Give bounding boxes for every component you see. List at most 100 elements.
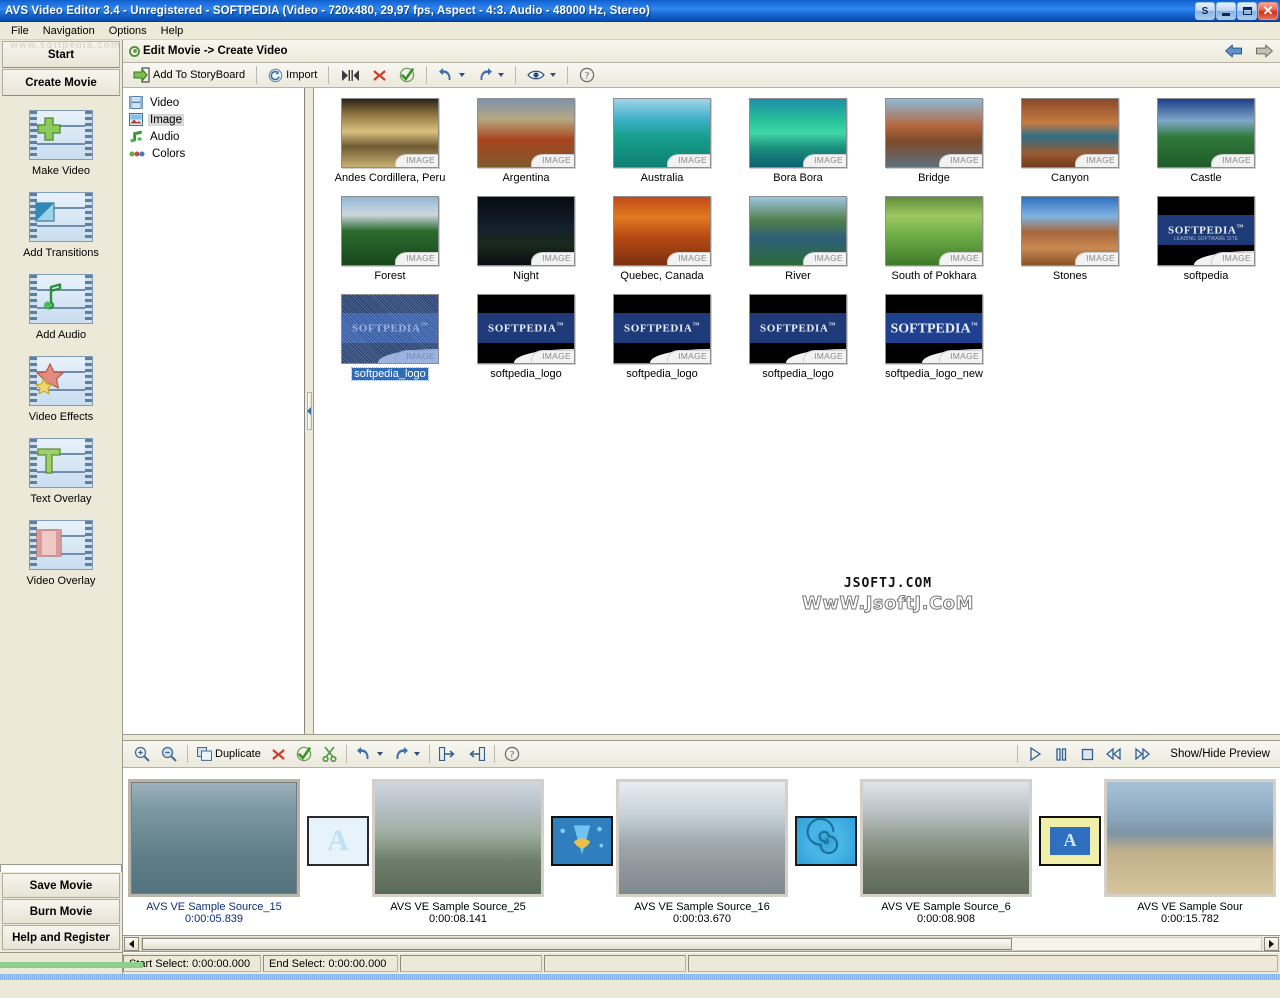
media-thumbnail[interactable]: IMAGE xyxy=(1021,196,1119,266)
rewind-button[interactable] xyxy=(1100,744,1128,765)
show-hide-preview-button[interactable]: Show/Hide Preview xyxy=(1156,748,1280,760)
media-item[interactable]: IMAGE Andes Cordillera, Peru xyxy=(322,98,458,184)
media-item[interactable]: SOFTPEDIA™IMAGE softpedia_logo xyxy=(730,294,866,380)
media-thumbnail[interactable]: SOFTPEDIA™IMAGE xyxy=(477,294,575,364)
media-thumbnail[interactable]: SOFTPEDIA™ LEADING SOFTWARE SITE IMAGE xyxy=(1157,196,1255,266)
delete-button[interactable] xyxy=(367,65,392,86)
clip-thumbnail[interactable] xyxy=(616,778,788,897)
media-thumbnail[interactable]: IMAGE xyxy=(749,196,847,266)
splitter-collapse-handle[interactable] xyxy=(306,392,312,430)
media-item[interactable]: IMAGE Night xyxy=(458,196,594,282)
menu-options[interactable]: Options xyxy=(102,23,154,39)
media-thumbnail[interactable]: IMAGE xyxy=(613,196,711,266)
menu-help[interactable]: Help xyxy=(154,23,191,39)
close-button[interactable]: ✕ xyxy=(1258,2,1278,20)
undo-dropdown-caret[interactable] xyxy=(459,73,466,77)
redo-clip-button[interactable] xyxy=(388,744,425,765)
cut-button[interactable] xyxy=(317,744,342,765)
media-thumbnail[interactable]: IMAGE xyxy=(1157,98,1255,168)
clip-thumbnail[interactable] xyxy=(128,778,300,897)
clip-thumbnail[interactable] xyxy=(372,778,544,897)
preview-dropdown-caret[interactable] xyxy=(550,73,557,77)
storyboard-clip[interactable]: AVS VE Sample Source_25 0:00:08.141 xyxy=(372,778,544,925)
sidebar-start-button[interactable]: www.softpedia.com Start xyxy=(2,40,120,68)
back-arrow-icon[interactable] xyxy=(1224,43,1244,59)
stop-button[interactable] xyxy=(1074,744,1100,765)
sidebar-item-add-audio[interactable]: Add Audio xyxy=(0,274,122,341)
sidebar-item-video-effects[interactable]: Video Effects xyxy=(0,356,122,423)
media-thumbnail[interactable]: SOFTPEDIA™IMAGE xyxy=(341,294,439,364)
media-item[interactable]: IMAGE Forest xyxy=(322,196,458,282)
transition-item[interactable] xyxy=(551,815,613,866)
horizontal-splitter[interactable] xyxy=(123,734,1280,741)
redo-dropdown-caret[interactable] xyxy=(498,73,505,77)
approve-button[interactable] xyxy=(394,65,420,86)
media-item[interactable]: SOFTPEDIA™ LEADING SOFTWARE SITE IMAGE soft… xyxy=(1138,196,1274,282)
sidebar-item-make-video[interactable]: Make Video xyxy=(0,110,122,177)
media-thumbnail[interactable]: SOFTPEDIA™IMAGE xyxy=(749,294,847,364)
menu-navigation[interactable]: Navigation xyxy=(36,23,102,39)
scroll-left-button[interactable] xyxy=(124,936,139,951)
trim-button[interactable] xyxy=(335,65,365,86)
storyboard-clip[interactable]: AVS VE Sample Source_6 0:00:08.908 xyxy=(860,778,1032,925)
sidebar-item-add-transitions[interactable]: Add Transitions xyxy=(0,192,122,259)
media-item[interactable]: SOFTPEDIA™IMAGE softpedia_logo xyxy=(322,294,458,381)
tree-item-video[interactable]: Video xyxy=(129,94,304,111)
scroll-track[interactable] xyxy=(141,936,1262,951)
pause-button[interactable] xyxy=(1048,744,1074,765)
media-item[interactable]: IMAGE Stones xyxy=(1002,196,1138,282)
zoom-in-button[interactable] xyxy=(129,744,156,765)
sidebar-create-movie-button[interactable]: Create Movie xyxy=(2,69,120,96)
approve-clip-button[interactable] xyxy=(291,744,317,765)
fast-forward-button[interactable] xyxy=(1128,744,1156,765)
undo-dropdown-caret[interactable] xyxy=(376,752,383,756)
move-right-button[interactable] xyxy=(434,744,462,765)
menu-file[interactable]: File xyxy=(4,23,36,39)
media-thumbnail[interactable]: SOFTPEDIA™IMAGE xyxy=(885,294,983,364)
scroll-right-button[interactable] xyxy=(1264,936,1279,951)
media-item[interactable]: IMAGE Argentina xyxy=(458,98,594,184)
tree-item-colors[interactable]: Colors xyxy=(129,145,304,162)
vertical-splitter[interactable] xyxy=(305,88,314,734)
help-and-register-button[interactable]: Help and Register xyxy=(2,925,120,950)
forward-arrow-icon[interactable] xyxy=(1254,43,1274,59)
scroll-thumb[interactable] xyxy=(142,937,1012,950)
burn-movie-button[interactable]: Burn Movie xyxy=(2,899,120,924)
undo-clip-button[interactable] xyxy=(351,744,388,765)
tree-item-image[interactable]: Image xyxy=(129,111,304,128)
add-to-storyboard-button[interactable]: Add To StoryBoard xyxy=(128,65,250,86)
media-item[interactable]: IMAGE River xyxy=(730,196,866,282)
preview-button[interactable] xyxy=(522,65,561,86)
redo-button[interactable] xyxy=(472,65,509,86)
save-movie-button[interactable]: Save Movie xyxy=(2,873,120,898)
storyboard-track[interactable]: AVS VE Sample Source_15 0:00:05.839 A AVS V… xyxy=(123,768,1280,936)
media-thumbnail[interactable]: IMAGE xyxy=(1021,98,1119,168)
duplicate-button[interactable]: Duplicate xyxy=(192,744,266,765)
play-button[interactable] xyxy=(1022,744,1048,765)
tree-item-audio[interactable]: Audio xyxy=(129,128,304,145)
undo-button[interactable] xyxy=(433,65,470,86)
media-item[interactable]: IMAGE Quebec, Canada xyxy=(594,196,730,282)
transition-item[interactable]: A xyxy=(307,815,369,866)
media-thumbnail[interactable]: IMAGE xyxy=(341,98,439,168)
redo-dropdown-caret[interactable] xyxy=(413,752,420,756)
sidebar-item-video-overlay[interactable]: Video Overlay xyxy=(0,520,122,587)
storyboard-clip[interactable]: AVS VE Sample Source_16 0:00:03.670 xyxy=(616,778,788,925)
media-item[interactable]: IMAGE Bora Bora xyxy=(730,98,866,184)
clip-thumbnail[interactable] xyxy=(860,778,1032,897)
storyboard-clip[interactable]: AVS VE Sample Sour 0:00:15.782 xyxy=(1104,778,1276,925)
storyboard-scrollbar[interactable] xyxy=(123,936,1280,952)
media-thumbnail[interactable]: IMAGE xyxy=(341,196,439,266)
minimize-button[interactable] xyxy=(1216,2,1236,20)
media-thumbnail[interactable]: IMAGE xyxy=(477,196,575,266)
media-thumbnail[interactable]: IMAGE xyxy=(885,196,983,266)
media-item[interactable]: SOFTPEDIA™IMAGE softpedia_logo xyxy=(594,294,730,380)
sidebar-item-text-overlay[interactable]: Text Overlay xyxy=(0,438,122,505)
media-thumbnail[interactable]: IMAGE xyxy=(613,98,711,168)
import-button[interactable]: Import xyxy=(263,65,322,86)
delete-clip-button[interactable] xyxy=(266,744,291,765)
storyboard-clip[interactable]: AVS VE Sample Source_15 0:00:05.839 xyxy=(128,778,300,925)
media-item[interactable]: IMAGE Canyon xyxy=(1002,98,1138,184)
move-left-button[interactable] xyxy=(462,744,490,765)
media-item[interactable]: SOFTPEDIA™ IMAGE softpedia_logo_new xyxy=(866,294,1002,380)
